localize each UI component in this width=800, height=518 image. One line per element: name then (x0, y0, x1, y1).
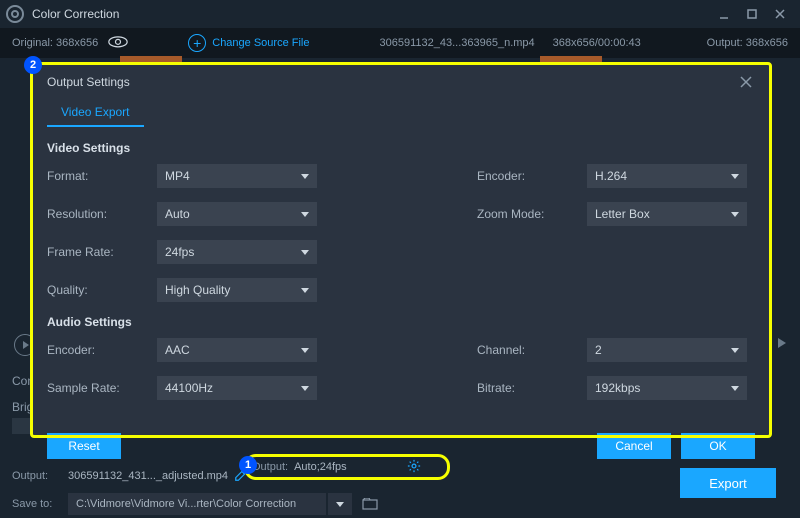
source-meta: 368x656/00:00:43 (553, 37, 641, 49)
save-to-dropdown[interactable] (328, 493, 352, 515)
window-title: Color Correction (32, 7, 119, 21)
chevron-down-icon (301, 212, 309, 217)
maximize-button[interactable] (738, 3, 766, 25)
ok-button[interactable]: OK (681, 433, 755, 459)
cancel-button[interactable]: Cancel (597, 433, 671, 459)
plus-icon: + (188, 34, 206, 52)
sample-rate-select[interactable]: 44100Hz (157, 376, 317, 400)
change-source-button[interactable]: + Change Source File (188, 34, 309, 52)
output-settings-dialog: Output Settings Video Export Video Setti… (33, 65, 769, 435)
minimize-button[interactable] (710, 3, 738, 25)
zoom-mode-select[interactable]: Letter Box (587, 202, 747, 226)
preview-thumb-left (120, 56, 182, 62)
frame-rate-label: Frame Rate: (47, 245, 157, 259)
chevron-down-icon (301, 386, 309, 391)
format-label: Format: (47, 169, 157, 183)
close-button[interactable] (766, 3, 794, 25)
next-frame-button[interactable] (778, 338, 786, 348)
chevron-down-icon (731, 386, 739, 391)
chevron-down-icon (336, 502, 344, 507)
save-to-path[interactable]: C:\Vidmore\Vidmore Vi...rter\Color Corre… (68, 493, 326, 515)
output-summary: Output: Auto;24fps (252, 458, 423, 476)
quality-select[interactable]: High Quality (157, 278, 317, 302)
audio-settings-heading: Audio Settings (47, 315, 755, 329)
channel-select[interactable]: 2 (587, 338, 747, 362)
output-summary-value: Auto;24fps (294, 461, 347, 473)
chevron-down-icon (301, 348, 309, 353)
save-to-label: Save to: (12, 498, 68, 510)
tab-video-export[interactable]: Video Export (47, 99, 144, 127)
preview-toggle-icon[interactable] (108, 36, 128, 50)
chevron-down-icon (731, 212, 739, 217)
audio-encoder-label: Encoder: (47, 343, 157, 357)
frame-rate-select[interactable]: 24fps (157, 240, 317, 264)
callout-1-badge: 1 (239, 456, 257, 474)
resolution-label: Resolution: (47, 207, 157, 221)
output-size-value: 368x656 (746, 37, 788, 49)
resolution-select[interactable]: Auto (157, 202, 317, 226)
video-encoder-label: Encoder: (477, 169, 587, 183)
chevron-down-icon (301, 174, 309, 179)
change-source-label: Change Source File (212, 37, 309, 49)
callout-2-badge: 2 (24, 56, 42, 74)
infobar: Original: 368x656 + Change Source File 3… (0, 28, 800, 58)
sample-rate-label: Sample Rate: (47, 381, 157, 395)
titlebar: Color Correction (0, 0, 800, 28)
video-settings-heading: Video Settings (47, 141, 755, 155)
output-summary-label: Output: (252, 461, 288, 473)
zoom-mode-label: Zoom Mode: (477, 207, 587, 221)
reset-button[interactable]: Reset (47, 433, 121, 459)
open-folder-button[interactable] (358, 493, 382, 515)
dialog-title: Output Settings (47, 75, 130, 89)
bitrate-label: Bitrate: (477, 381, 587, 395)
bitrate-select[interactable]: 192kbps (587, 376, 747, 400)
format-select[interactable]: MP4 (157, 164, 317, 188)
preview-thumb-right (540, 56, 602, 62)
original-label: Original: (12, 37, 53, 49)
video-encoder-select[interactable]: H.264 (587, 164, 747, 188)
output-size-label: Output: (707, 37, 743, 49)
app-logo-icon (6, 5, 24, 23)
chevron-down-icon (301, 250, 309, 255)
chevron-down-icon (731, 348, 739, 353)
dialog-close-button[interactable] (737, 73, 755, 91)
chevron-down-icon (301, 288, 309, 293)
audio-encoder-select[interactable]: AAC (157, 338, 317, 362)
output-settings-gear-button[interactable] (407, 459, 423, 475)
source-filename: 306591132_43...363965_n.mp4 (379, 37, 534, 49)
original-value: 368x656 (56, 37, 98, 49)
channel-label: Channel: (477, 343, 587, 357)
quality-label: Quality: (47, 283, 157, 297)
chevron-down-icon (731, 174, 739, 179)
